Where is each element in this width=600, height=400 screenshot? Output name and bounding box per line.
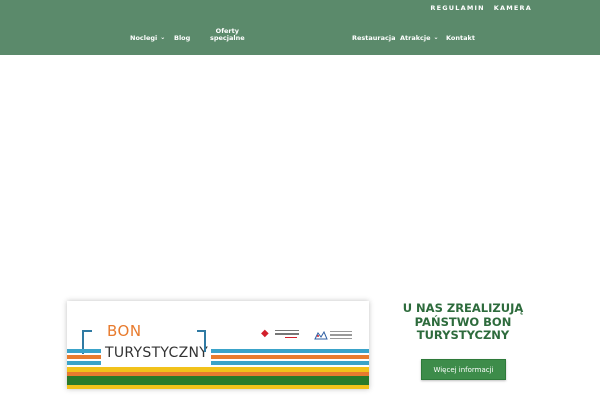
site-header: REGULAMIN KAMERA Noclegi ⌄ Blog Oferty s… (0, 0, 600, 55)
more-info-button[interactable]: Więcej informacji (421, 359, 506, 380)
top-link-kamera[interactable]: KAMERA (494, 4, 532, 12)
nav-item-kontakt-label: Kontakt (446, 34, 475, 42)
pot-logo-text (330, 331, 352, 341)
nav-item-oferty-specjalne[interactable]: Oferty specjalne (210, 28, 245, 42)
promo-heading-line3: TURYSTYCZNY (416, 328, 510, 342)
banner-bon-word: BON (107, 322, 142, 340)
nav-item-oferty-line2: specjalne (210, 34, 245, 42)
ministry-logo-text (275, 330, 299, 340)
chevron-down-icon: ⌄ (160, 34, 166, 41)
polish-eagle-icon: ◆ (261, 328, 269, 339)
promo-heading: U NAS ZREALIZUJĄ PAŃSTWO BON TURYSTYCZNY (398, 301, 528, 343)
promo-heading-line2: PAŃSTWO BON (414, 314, 512, 329)
nav-item-kontakt[interactable]: Kontakt (446, 34, 475, 42)
nav-item-restauracja[interactable]: Restauracja (352, 34, 395, 42)
pot-logo-icon (314, 331, 328, 340)
nav-item-blog-label: Blog (174, 34, 191, 42)
top-links: REGULAMIN KAMERA (430, 4, 532, 12)
banner-stripe-green (67, 376, 369, 385)
nav-item-atrakcje-label: Atrakcje (400, 34, 431, 42)
nav-item-noclegi-label: Noclegi (130, 34, 158, 42)
nav-item-blog[interactable]: Blog (174, 34, 190, 42)
nav-item-atrakcje[interactable]: Atrakcje ⌄ (400, 34, 439, 42)
nav-item-noclegi[interactable]: Noclegi ⌄ (130, 34, 165, 42)
banner-turystyczny-word: TURYSTYCZNY (105, 345, 209, 361)
banner-stripe-yellow-2 (67, 385, 369, 389)
banner-bracket-right (197, 330, 206, 352)
promo-heading-line1: U NAS ZREALIZUJĄ (402, 301, 524, 315)
bon-turystyczny-banner-image: BON TURYSTYCZNY ◆ (67, 301, 369, 389)
top-link-regulamin[interactable]: REGULAMIN (430, 4, 484, 12)
chevron-down-icon: ⌄ (433, 34, 439, 41)
nav-item-restauracja-label: Restauracja (352, 34, 396, 42)
